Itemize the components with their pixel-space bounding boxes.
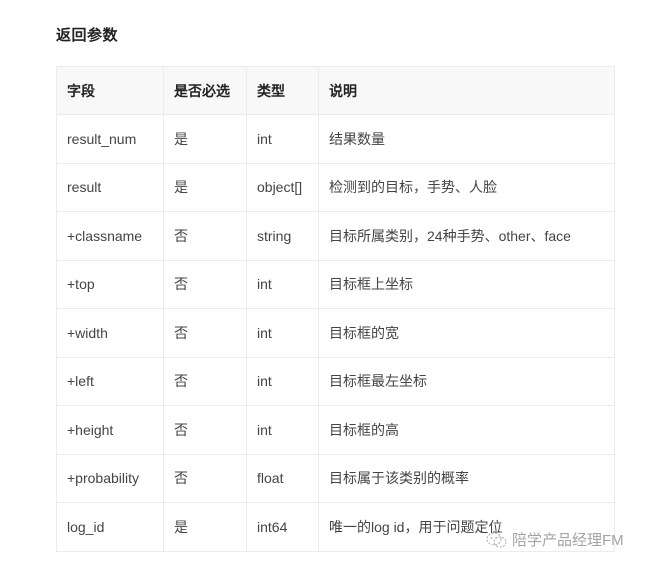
cell-field: +classname [56, 211, 164, 261]
cell-type: int64 [246, 502, 319, 552]
cell-type: int [246, 308, 319, 358]
cell-type: object[] [246, 162, 319, 212]
cell-required: 否 [163, 259, 247, 309]
table-row: +width 否 int 目标框的宽 [56, 308, 615, 358]
watermark-text: 陪学产品经理FM [512, 532, 624, 549]
table-header-row: 字段 是否必选 类型 说明 [56, 66, 615, 115]
cell-description: 检测到的目标，手势、人脸 [318, 162, 615, 212]
table-row: +top 否 int 目标框上坐标 [56, 259, 615, 309]
cell-description: 目标框最左坐标 [318, 356, 615, 406]
cell-required: 否 [163, 356, 247, 406]
cell-required: 否 [163, 453, 247, 503]
cell-field: log_id [56, 502, 164, 552]
header-type: 类型 [246, 66, 319, 115]
section-title: 返回参数 [56, 27, 119, 44]
table-row: +height 否 int 目标框的高 [56, 405, 615, 455]
response-params-table: 字段 是否必选 类型 说明 result_num 是 int 结果数量 resu… [56, 66, 615, 552]
cell-field: +left [56, 356, 164, 406]
table-row: +probability 否 float 目标属于该类别的概率 [56, 453, 615, 503]
cell-type: string [246, 211, 319, 261]
cell-field: result [56, 162, 164, 212]
cell-type: int [246, 114, 319, 164]
cell-required: 否 [163, 405, 247, 455]
table-row: result 是 object[] 检测到的目标，手势、人脸 [56, 162, 615, 212]
cell-required: 是 [163, 114, 247, 164]
table-row: +left 否 int 目标框最左坐标 [56, 356, 615, 406]
cell-field: +top [56, 259, 164, 309]
cell-description: 目标所属类别，24种手势、other、face [318, 211, 615, 261]
wechat-icon [486, 531, 508, 549]
cell-type: float [246, 453, 319, 503]
cell-required: 是 [163, 162, 247, 212]
cell-field: +probability [56, 453, 164, 503]
header-field: 字段 [56, 66, 164, 115]
cell-description: 结果数量 [318, 114, 615, 164]
cell-description: 目标属于该类别的概率 [318, 453, 615, 503]
header-description: 说明 [318, 66, 615, 115]
cell-required: 是 [163, 502, 247, 552]
watermark: 陪学产品经理FM [486, 529, 624, 550]
cell-field: +width [56, 308, 164, 358]
table-row: +classname 否 string 目标所属类别，24种手势、other、f… [56, 211, 615, 261]
cell-type: int [246, 356, 319, 406]
cell-description: 目标框的宽 [318, 308, 615, 358]
table-row: result_num 是 int 结果数量 [56, 114, 615, 164]
header-required: 是否必选 [163, 66, 247, 115]
cell-description: 目标框上坐标 [318, 259, 615, 309]
cell-type: int [246, 259, 319, 309]
cell-type: int [246, 405, 319, 455]
cell-description: 目标框的高 [318, 405, 615, 455]
cell-required: 否 [163, 211, 247, 261]
cell-required: 否 [163, 308, 247, 358]
cell-field: result_num [56, 114, 164, 164]
cell-field: +height [56, 405, 164, 455]
